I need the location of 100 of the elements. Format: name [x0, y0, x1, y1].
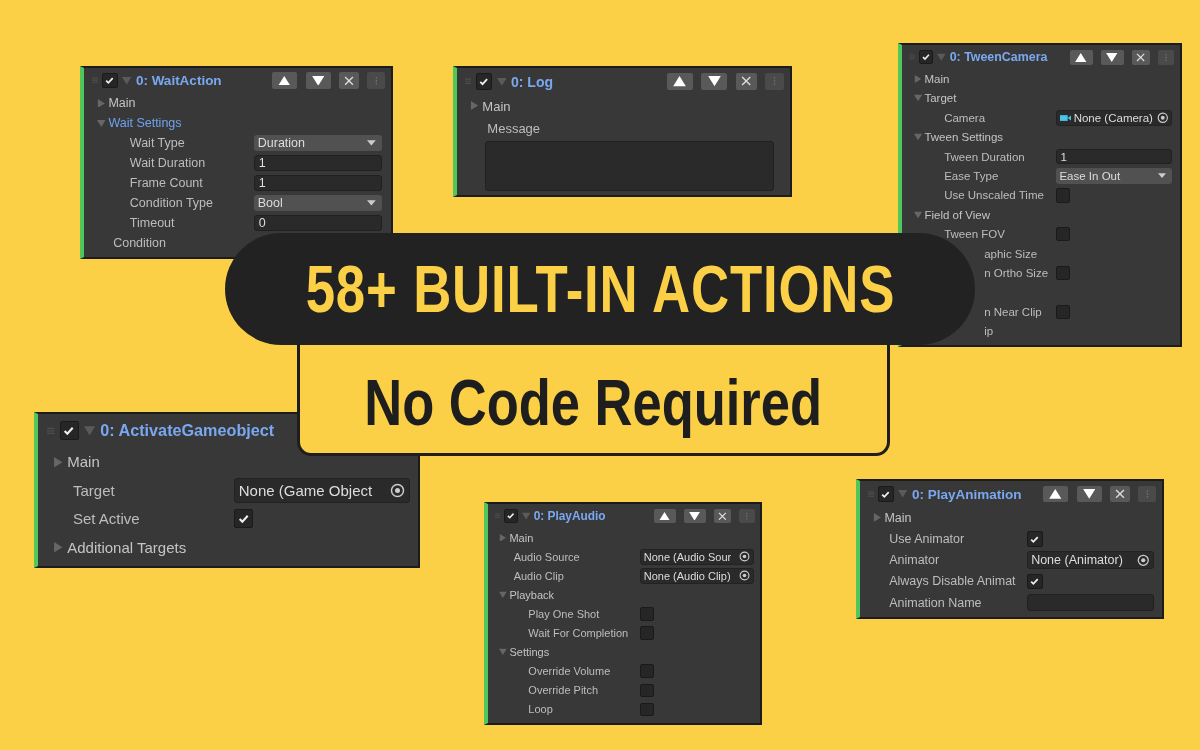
close-button[interactable] — [713, 508, 732, 524]
target-picker-icon[interactable] — [1137, 553, 1150, 567]
close-button[interactable] — [735, 73, 757, 90]
dropdown[interactable]: Duration — [254, 135, 382, 151]
move-down-button[interactable] — [683, 508, 706, 524]
checkbox[interactable] — [1027, 531, 1043, 547]
checkbox[interactable] — [1056, 227, 1071, 242]
checkbox[interactable] — [640, 683, 654, 698]
field-label: aphic Size — [984, 247, 1038, 260]
foldout-triangle-icon[interactable] — [53, 456, 64, 467]
field-label: Play One Shot — [528, 608, 600, 620]
expand-triangle-icon[interactable] — [122, 75, 132, 86]
target-picker-icon[interactable] — [1156, 112, 1169, 124]
move-down-button[interactable] — [305, 72, 331, 89]
checkbox[interactable] — [1056, 188, 1071, 203]
foldout-triangle-icon[interactable] — [872, 513, 882, 523]
move-down-button[interactable] — [1076, 485, 1102, 503]
menu-button[interactable] — [1138, 485, 1156, 503]
expand-triangle-icon[interactable] — [521, 511, 530, 521]
input-field[interactable]: 1 — [254, 155, 382, 171]
foldout-label[interactable]: Main — [67, 453, 100, 471]
input-field[interactable] — [1027, 593, 1154, 612]
target-picker-icon[interactable] — [390, 482, 406, 498]
foldout-triangle-icon[interactable] — [913, 94, 922, 103]
menu-button[interactable] — [367, 72, 385, 89]
object-field[interactable]: None (Audio Sour — [640, 548, 754, 565]
object-field[interactable]: None (Camera) — [1056, 109, 1172, 127]
dropdown[interactable]: Ease In Out — [1056, 168, 1172, 184]
close-button[interactable] — [1131, 49, 1151, 65]
foldout-label[interactable]: Wait Settings — [108, 116, 182, 130]
close-button[interactable] — [1109, 485, 1130, 503]
object-field[interactable]: None (Audio Clip) — [640, 567, 754, 584]
foldout-triangle-icon[interactable] — [499, 533, 507, 542]
foldout-label[interactable]: Main — [509, 531, 534, 544]
foldout-triangle-icon[interactable] — [470, 101, 480, 111]
foldout-label[interactable]: Field of View — [924, 208, 991, 221]
move-up-button[interactable] — [1069, 49, 1093, 65]
foldout-label[interactable]: Playback — [509, 588, 555, 601]
move-up-button[interactable] — [654, 508, 676, 524]
foldout-label[interactable]: Target — [924, 92, 957, 105]
checkbox[interactable] — [640, 664, 654, 679]
expand-triangle-icon[interactable] — [898, 489, 908, 499]
foldout-label[interactable]: Tween Settings — [924, 131, 1004, 144]
move-up-button[interactable] — [272, 72, 298, 89]
enable-checkbox[interactable] — [918, 50, 934, 65]
checkbox[interactable] — [1056, 265, 1071, 281]
enable-checkbox[interactable] — [475, 73, 493, 90]
expand-triangle-icon[interactable] — [937, 52, 946, 62]
enable-checkbox[interactable] — [102, 72, 118, 89]
dropdown[interactable]: Bool — [254, 195, 382, 211]
move-down-button[interactable] — [701, 73, 728, 90]
input-field[interactable]: 0 — [254, 215, 382, 231]
input-field[interactable]: 1 — [254, 175, 382, 191]
field-label: Tween Duration — [944, 150, 1025, 163]
enable-checkbox[interactable] — [503, 509, 518, 523]
checkbox[interactable] — [1056, 304, 1071, 319]
expand-triangle-icon[interactable] — [83, 425, 95, 437]
checkbox[interactable] — [1027, 573, 1043, 590]
foldout-triangle-icon[interactable] — [53, 542, 64, 553]
target-picker-icon[interactable] — [739, 551, 751, 563]
up-triangle-icon — [673, 76, 687, 87]
move-up-button[interactable] — [666, 73, 693, 90]
foldout-label[interactable]: Main — [924, 73, 950, 86]
foldout-label[interactable]: Additional Targets — [67, 538, 187, 556]
foldout-triangle-icon[interactable] — [96, 118, 106, 128]
foldout-triangle-icon[interactable] — [913, 75, 922, 84]
checkbox[interactable] — [234, 509, 253, 529]
check-icon — [236, 512, 251, 526]
up-triangle-icon — [278, 75, 291, 86]
target-picker-icon[interactable] — [739, 570, 751, 582]
checkbox[interactable] — [640, 607, 654, 621]
close-button[interactable] — [338, 72, 359, 89]
move-up-button[interactable] — [1043, 485, 1069, 503]
foldout-label[interactable]: Settings — [509, 646, 550, 659]
object-field[interactable]: None (Animator) — [1027, 551, 1154, 570]
checkbox[interactable] — [640, 626, 654, 640]
field-label: Target — [73, 481, 115, 499]
input-field[interactable]: 1 — [1056, 148, 1172, 165]
foldout-triangle-icon[interactable] — [913, 210, 922, 219]
foldout-label[interactable]: Main — [482, 98, 511, 114]
object-field[interactable]: None (Game Object — [234, 477, 410, 503]
down-triangle-icon — [311, 75, 325, 86]
enable-checkbox[interactable] — [59, 421, 79, 441]
field-label: Use Animator — [889, 531, 965, 546]
foldout-label[interactable]: Main — [884, 510, 912, 525]
foldout-triangle-icon[interactable] — [913, 133, 922, 142]
foldout-triangle-icon[interactable] — [499, 648, 507, 657]
menu-button[interactable] — [1158, 49, 1175, 65]
headline: 58+ BUILT-IN ACTIONS — [305, 251, 895, 327]
foldout-label[interactable]: Main — [108, 96, 136, 110]
message-text-area[interactable] — [485, 141, 774, 191]
move-down-button[interactable] — [1100, 49, 1124, 65]
checkbox[interactable] — [640, 702, 654, 717]
enable-checkbox[interactable] — [878, 486, 894, 502]
menu-button[interactable] — [765, 73, 784, 90]
camera-icon — [1059, 113, 1072, 122]
foldout-triangle-icon[interactable] — [96, 98, 106, 108]
foldout-triangle-icon[interactable] — [499, 591, 507, 599]
expand-triangle-icon[interactable] — [496, 76, 507, 87]
menu-button[interactable] — [739, 508, 755, 524]
